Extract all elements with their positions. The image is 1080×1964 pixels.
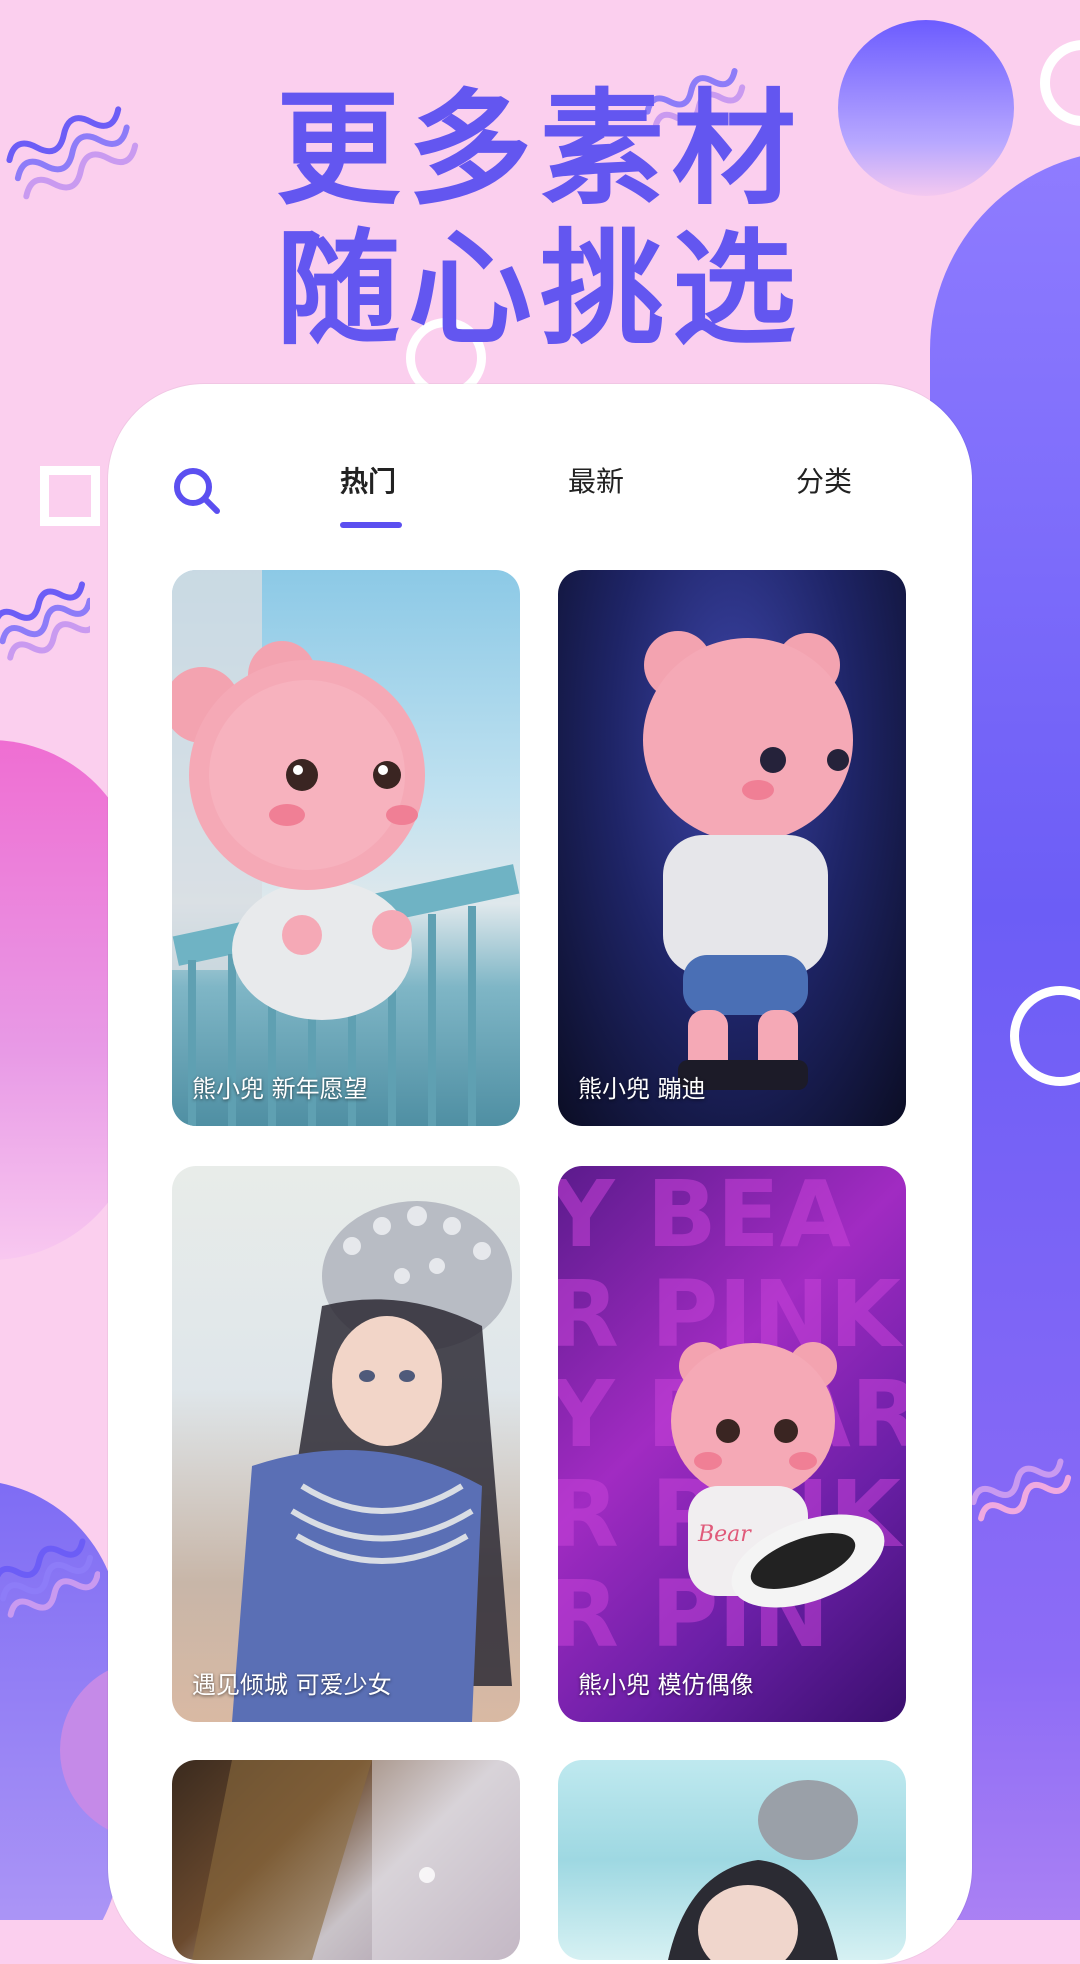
wallpaper-card[interactable] xyxy=(172,1760,520,1960)
bear-illustration: Y BEA R PINK Y BEAR R PINK R PIN Bear xyxy=(558,1166,906,1668)
tab-active-underline xyxy=(340,522,402,528)
girl-illustration xyxy=(232,1201,512,1722)
card-caption: 熊小兜 模仿偶像 xyxy=(578,1671,754,1699)
bear-illustration xyxy=(643,631,853,1090)
tab-category[interactable]: 分类 xyxy=(796,460,852,500)
tab-latest[interactable]: 最新 xyxy=(568,460,624,500)
card-caption: 熊小兜 蹦迪 xyxy=(578,1075,706,1103)
headline-line-1: 更多素材 xyxy=(275,78,804,222)
wave-lines-left-bottom xyxy=(0,1538,100,1618)
svg-text:Y BEA: Y BEA xyxy=(558,1166,851,1268)
square-outline xyxy=(40,466,100,526)
card-caption: 遇见倾城 可爱少女 xyxy=(192,1671,392,1699)
wallpaper-card[interactable]: 熊小兜 新年愿望 xyxy=(172,570,520,1126)
search-icon[interactable] xyxy=(170,464,224,518)
wallpaper-card[interactable]: 熊小兜 蹦迪 xyxy=(558,570,906,1126)
wallpaper-illustration xyxy=(192,1760,520,1960)
wave-lines-left-middle xyxy=(0,581,90,661)
wave-lines-right-bottom xyxy=(970,1458,1072,1522)
tab-hot[interactable]: 热门 xyxy=(340,460,396,500)
bear-illustration xyxy=(172,570,520,1126)
svg-text:Bear: Bear xyxy=(697,1522,752,1547)
headline-line-2: 随心挑选 xyxy=(275,218,804,362)
wallpaper-card[interactable] xyxy=(558,1760,906,1960)
tab-bar: 热门 最新 分类 xyxy=(108,460,972,540)
wallpaper-card[interactable]: 遇见倾城 可爱少女 xyxy=(172,1166,520,1722)
wallpaper-illustration xyxy=(668,1780,858,1960)
wallpaper-card[interactable]: Y BEA R PINK Y BEAR R PINK R PIN Bear 熊小… xyxy=(558,1166,906,1722)
card-caption: 熊小兜 新年愿望 xyxy=(192,1075,368,1103)
